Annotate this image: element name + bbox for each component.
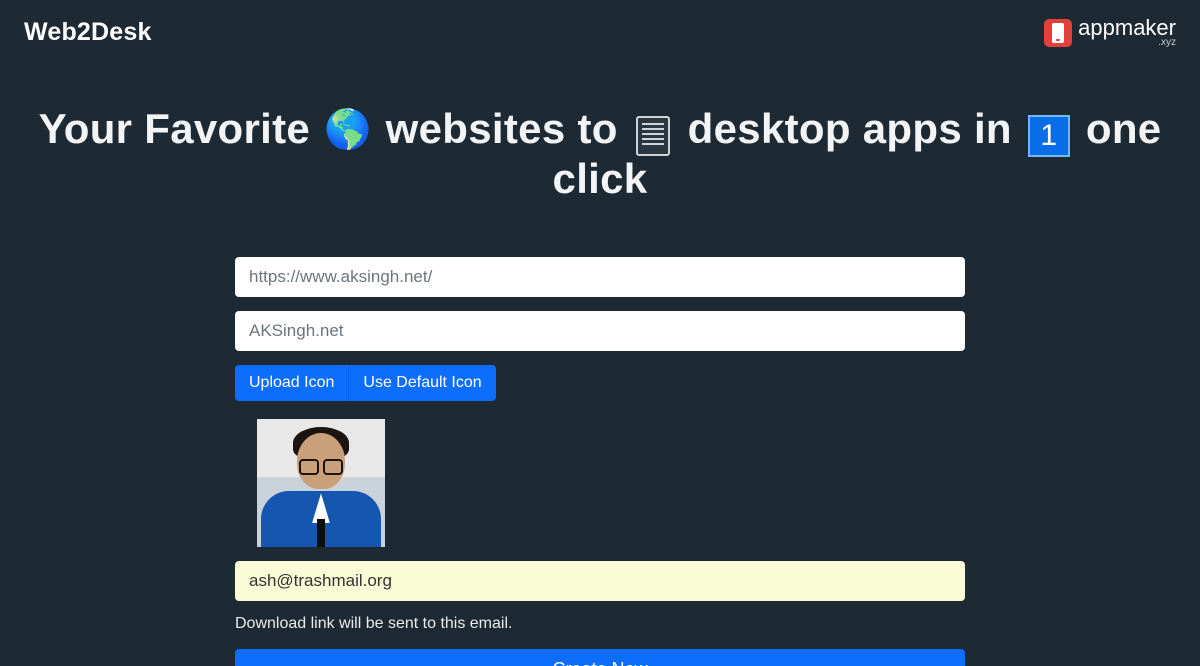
appmaker-text: appmaker .xyz: [1078, 18, 1176, 47]
appmaker-icon: [1044, 19, 1072, 47]
hero-prefix: Your Favorite: [39, 105, 311, 152]
desktop-icon: [636, 116, 670, 156]
globe-icon: 🌎: [324, 108, 372, 152]
email-input[interactable]: [235, 561, 965, 601]
hero-desktop: desktop apps in: [688, 105, 1012, 152]
appmaker-badge[interactable]: appmaker .xyz: [1044, 18, 1176, 47]
appmaker-label: appmaker: [1078, 18, 1176, 39]
url-input[interactable]: [235, 257, 965, 297]
brand-title: Web2Desk: [24, 18, 152, 47]
appmaker-sub: .xyz: [1078, 38, 1176, 48]
hero-websites: websites to: [386, 105, 618, 152]
upload-icon-button[interactable]: Upload Icon: [235, 365, 349, 401]
one-badge-icon: 1: [1028, 115, 1070, 157]
create-form: Upload Icon Use Default Icon Download li…: [235, 257, 965, 666]
icon-button-group: Upload Icon Use Default Icon: [235, 365, 496, 401]
icon-preview: [257, 419, 385, 547]
appname-input[interactable]: [235, 311, 965, 351]
email-helper-text: Download link will be sent to this email…: [235, 615, 965, 633]
use-default-icon-button[interactable]: Use Default Icon: [349, 365, 495, 401]
hero-headline: Your Favorite 🌎 websites to desktop apps…: [0, 105, 1200, 203]
header: Web2Desk appmaker .xyz: [0, 0, 1200, 57]
create-now-button[interactable]: Create Now: [235, 649, 965, 666]
